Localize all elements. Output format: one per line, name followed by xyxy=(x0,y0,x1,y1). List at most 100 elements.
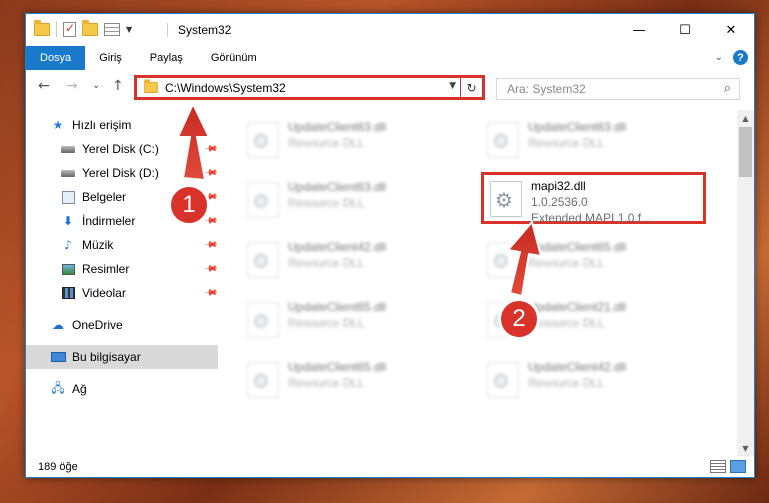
file-name: UpdateClient65.dll xyxy=(288,300,387,314)
step-badge-2: 2 xyxy=(498,298,540,340)
sidebar-item-label: Hızlı erişim xyxy=(72,118,132,132)
sidebar-item-label: Yerel Disk (D:) xyxy=(82,166,159,180)
sidebar-item-onedrive[interactable]: ☁ OneDrive xyxy=(26,313,218,337)
file-name: UpdateClient21.dll xyxy=(528,300,627,314)
expand-ribbon-chevron-icon[interactable]: ⌄ xyxy=(715,52,723,63)
maximize-button[interactable]: ☐ xyxy=(662,14,708,46)
sidebar-item-label: Yerel Disk (C:) xyxy=(82,142,159,156)
vertical-scrollbar[interactable]: ▲ ▼ xyxy=(737,110,754,456)
file-name: mapi32.dll xyxy=(531,179,586,193)
address-path[interactable]: C:\Windows\System32 xyxy=(165,81,286,95)
sidebar-item-label: Resimler xyxy=(82,262,130,276)
file-item[interactable]: UpdateClient63.dll Resource DLL xyxy=(481,116,706,168)
up-button[interactable]: ↑ xyxy=(112,78,124,94)
help-icon[interactable]: ? xyxy=(733,50,748,65)
recent-locations-chevron-icon[interactable]: ⌄ xyxy=(92,80,100,91)
dll-file-icon xyxy=(247,182,279,218)
item-count: 189 öğe xyxy=(38,461,78,473)
search-icon[interactable]: ⌕ xyxy=(724,81,731,96)
sidebar-item-disk-d[interactable]: Yerel Disk (D:) 📌 xyxy=(26,161,218,185)
scroll-down-icon[interactable]: ▼ xyxy=(737,440,754,456)
dll-file-icon xyxy=(247,242,279,278)
file-list: UpdateClient63.dll Resource DLL UpdateCl… xyxy=(219,110,740,456)
file-item[interactable]: UpdateClient65.dll Resource DLL xyxy=(241,356,466,408)
toolbar-divider xyxy=(56,21,57,37)
search-input[interactable] xyxy=(507,82,707,96)
close-button[interactable]: ✕ xyxy=(708,14,754,46)
file-description: Extended MAPI 1.0 f... xyxy=(531,211,652,225)
customize-toolbar-chevron-icon[interactable]: ▼ xyxy=(126,25,132,34)
tab-share[interactable]: Paylaş xyxy=(136,46,197,70)
dll-file-icon xyxy=(490,181,522,217)
minimize-button[interactable]: — xyxy=(616,14,662,46)
title-divider xyxy=(167,23,168,37)
videos-icon xyxy=(60,286,76,300)
file-item[interactable]: UpdateClient63.dll Resource DLL xyxy=(241,116,466,168)
window-controls: — ☐ ✕ xyxy=(616,14,754,46)
details-view-icon[interactable] xyxy=(710,460,726,473)
sidebar-item-videos[interactable]: Videolar 📌 xyxy=(26,281,218,305)
file-item[interactable]: UpdateClient42.dll Resource DLL xyxy=(481,356,706,408)
file-description: Resource DLL xyxy=(288,136,365,150)
dll-file-icon xyxy=(487,362,519,398)
sidebar-item-this-pc[interactable]: Bu bilgisayar xyxy=(26,345,218,369)
file-description: Resource DLL xyxy=(288,196,365,210)
file-description: Resource DLL xyxy=(528,376,605,390)
sidebar-item-pictures[interactable]: Resimler 📌 xyxy=(26,257,218,281)
title-bar: ▼ System32 — ☐ ✕ xyxy=(26,14,754,46)
pin-icon: 📌 xyxy=(202,285,218,301)
back-button[interactable]: ← xyxy=(38,78,50,94)
file-name: UpdateClient42.dll xyxy=(288,240,387,254)
file-item-mapi32[interactable]: mapi32.dll 1.0.2536.0 Extended MAPI 1.0 … xyxy=(481,172,706,225)
dll-file-icon xyxy=(487,122,519,158)
tab-view[interactable]: Görünüm xyxy=(197,46,271,70)
folder-icon xyxy=(34,19,50,36)
large-icons-view-icon[interactable] xyxy=(730,460,746,473)
sidebar-item-music[interactable]: ♪ Müzik 📌 xyxy=(26,233,218,257)
sidebar-item-network[interactable]: 🖧 Ağ xyxy=(26,377,218,401)
downloads-icon: ⬇ xyxy=(62,214,74,228)
sidebar-item-label: Bu bilgisayar xyxy=(72,350,141,364)
computer-icon xyxy=(50,350,66,364)
file-item[interactable]: UpdateClient65.dll Resource DLL xyxy=(481,236,706,288)
navigation-bar: ← → ⌄ ↑ C:\Windows\System32 ▼ ↻ ⌕ xyxy=(26,74,754,102)
forward-button[interactable]: → xyxy=(66,78,78,94)
tab-home[interactable]: Giriş xyxy=(85,46,136,70)
window-title: System32 xyxy=(178,23,232,37)
file-name: UpdateClient63.dll xyxy=(288,120,387,134)
ribbon-right-controls: ⌄ ? xyxy=(715,50,748,65)
address-bar[interactable]: C:\Windows\System32 ▼ ↻ xyxy=(134,75,485,100)
file-name: UpdateClient65.dll xyxy=(528,240,627,254)
drive-icon xyxy=(60,142,76,156)
sidebar-item-disk-c[interactable]: Yerel Disk (C:) 📌 xyxy=(26,137,218,161)
star-icon: ★ xyxy=(52,118,64,132)
rename-icon[interactable] xyxy=(104,22,120,36)
file-description: Resource DLL xyxy=(288,376,365,390)
file-name: UpdateClient63.dll xyxy=(288,180,387,194)
properties-check-icon[interactable] xyxy=(63,21,76,37)
drive-icon xyxy=(60,166,76,180)
pin-icon: 📌 xyxy=(202,141,218,157)
sidebar-item-quick-access[interactable]: ★ Hızlı erişim xyxy=(26,113,218,137)
scrollbar-thumb[interactable] xyxy=(739,127,752,177)
refresh-button[interactable]: ↻ xyxy=(460,78,482,97)
documents-icon xyxy=(60,190,76,204)
navigation-pane: ★ Hızlı erişim Yerel Disk (C:) 📌 Yerel D… xyxy=(26,110,218,456)
dll-file-icon xyxy=(247,302,279,338)
view-toggle xyxy=(710,460,746,473)
new-folder-icon[interactable] xyxy=(82,19,98,36)
file-item[interactable]: UpdateClient42.dll Resource DLL xyxy=(241,236,466,288)
scroll-up-icon[interactable]: ▲ xyxy=(737,110,754,126)
file-item[interactable]: UpdateClient65.dll Resource DLL xyxy=(241,296,466,348)
file-item[interactable]: UpdateClient63.dll Resource DLL xyxy=(241,176,466,228)
search-box[interactable]: ⌕ xyxy=(496,78,740,100)
file-description: Resource DLL xyxy=(288,316,365,330)
quick-access-toolbar: ▼ xyxy=(34,19,132,37)
file-name: UpdateClient65.dll xyxy=(288,360,387,374)
file-description: Resource DLL xyxy=(288,256,365,270)
file-version: 1.0.2536.0 xyxy=(531,195,588,209)
pin-icon: 📌 xyxy=(202,261,218,277)
dll-file-icon xyxy=(247,362,279,398)
tab-file[interactable]: Dosya xyxy=(26,46,86,70)
address-dropdown-chevron-icon[interactable]: ▼ xyxy=(449,81,456,91)
